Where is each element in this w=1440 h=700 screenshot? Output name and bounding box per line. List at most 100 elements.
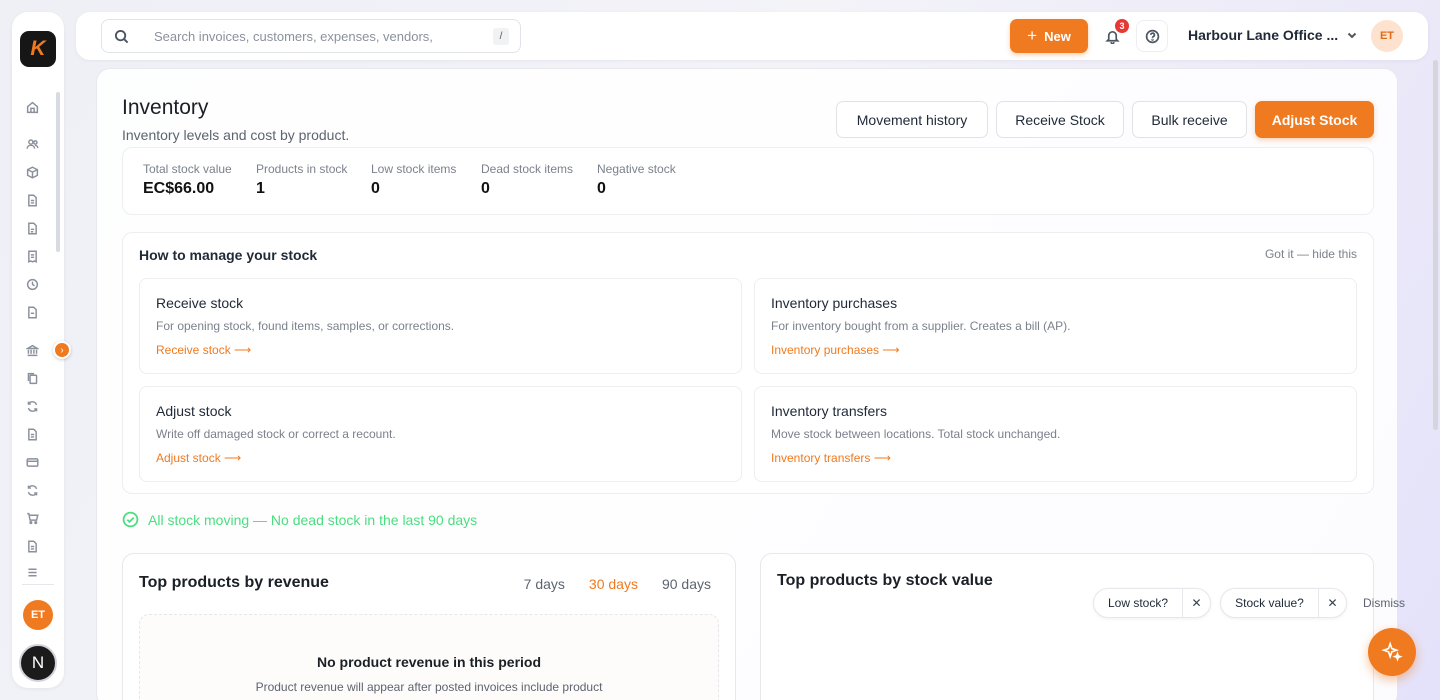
howto-card-inventory-purchases: Inventory purchases For inventory bought… (754, 278, 1357, 374)
stat-value: 0 (371, 180, 380, 197)
chip-label: Stock value? (1235, 596, 1304, 610)
copy-icon[interactable] (24, 370, 40, 386)
stat-value: EC$66.00 (143, 180, 215, 197)
notification-badge: 3 (1115, 19, 1129, 33)
adjust-stock-link[interactable]: Adjust stock ⟶ (156, 451, 241, 465)
document-icon[interactable] (24, 192, 40, 208)
stat-low-stock-items: Low stock items 0 (371, 162, 456, 198)
inventory-purchases-link[interactable]: Inventory purchases ⟶ (771, 343, 900, 357)
close-icon[interactable]: ✕ (1182, 589, 1210, 617)
page-title: Inventory (122, 96, 209, 119)
stat-value: 1 (256, 180, 265, 197)
close-icon[interactable]: ✕ (1318, 589, 1346, 617)
empty-state-description: Product revenue will appear after posted… (255, 680, 603, 694)
bulk-receive-button[interactable]: Bulk receive (1132, 101, 1247, 138)
stat-total-stock-value: Total stock value EC$66.00 (143, 162, 232, 198)
card-description: Move stock between locations. Total stoc… (771, 427, 1061, 441)
search-input[interactable] (154, 26, 474, 46)
top-products-revenue-panel: Top products by revenue 7 days 30 days 9… (122, 553, 736, 700)
help-icon (1145, 29, 1159, 43)
howto-card-inventory-transfers: Inventory transfers Move stock between l… (754, 386, 1357, 482)
clock-icon[interactable] (24, 276, 40, 292)
stats-summary: Total stock value EC$66.00 Products in st… (122, 147, 1374, 215)
users-icon[interactable] (24, 136, 40, 152)
ai-assistant-button[interactable] (1368, 628, 1416, 676)
how-to-manage-stock-panel: How to manage your stock Got it — hide t… (122, 232, 1374, 494)
home-icon[interactable] (24, 99, 40, 115)
low-stock-help-chip[interactable]: Low stock? ✕ (1093, 588, 1211, 618)
sidebar-divider (22, 584, 54, 585)
file-icon[interactable] (24, 304, 40, 320)
card-title: Adjust stock (156, 403, 232, 419)
sidebar-expand-button[interactable]: › (53, 341, 71, 359)
card-description: Write off damaged stock or correct a rec… (156, 427, 396, 441)
page-subtitle: Inventory levels and cost by product. (122, 127, 350, 143)
bank-icon[interactable] (24, 342, 40, 358)
sidebar-scrollbar[interactable] (56, 92, 60, 252)
box-icon[interactable] (24, 164, 40, 180)
organization-switcher[interactable]: Harbour Lane Office ... (1188, 27, 1358, 43)
revenue-empty-state: No product revenue in this period Produc… (139, 614, 719, 700)
empty-state-title: No product revenue in this period (316, 654, 542, 670)
stock-value-panel-title: Top products by stock value (777, 572, 993, 589)
adjust-stock-button[interactable]: Adjust Stock (1255, 101, 1374, 138)
help-button[interactable] (1136, 20, 1168, 52)
invoice-icon[interactable] (24, 220, 40, 236)
user-avatar[interactable]: ET (23, 600, 53, 630)
stat-label: Total stock value (143, 162, 232, 176)
stock-value-help-chip[interactable]: Stock value? ✕ (1220, 588, 1347, 618)
card-title: Inventory transfers (771, 403, 887, 419)
receive-stock-button[interactable]: Receive Stock (996, 101, 1124, 138)
stat-dead-stock-items: Dead stock items 0 (481, 162, 573, 198)
revenue-panel-title: Top products by revenue (139, 574, 329, 591)
chevron-right-icon: › (60, 344, 64, 356)
credit-card-icon[interactable] (24, 454, 40, 470)
sparkle-icon (1381, 641, 1403, 662)
new-button[interactable]: + New (1010, 19, 1088, 53)
top-bar: / + New 3 Harbour Lane Office ... ET (76, 12, 1428, 60)
howto-title: How to manage your stock (139, 247, 318, 263)
logo-letter: K (30, 37, 46, 60)
dismiss-button[interactable]: Dismiss (1363, 596, 1405, 610)
refresh-icon[interactable] (24, 398, 40, 414)
stock-status-line: All stock moving — No dead stock in the … (122, 511, 477, 528)
card-description: For inventory bought from a supplier. Cr… (771, 319, 1071, 333)
topbar-user-avatar[interactable]: ET (1371, 20, 1403, 52)
stat-label: Products in stock (256, 162, 348, 176)
receipt-icon[interactable] (24, 248, 40, 264)
howto-card-receive-stock: Receive stock For opening stock, found i… (139, 278, 742, 374)
tab-7-days[interactable]: 7 days (524, 576, 565, 592)
app-logo[interactable]: K (20, 31, 56, 67)
stat-negative-stock: Negative stock 0 (597, 162, 676, 198)
card-title: Inventory purchases (771, 295, 898, 311)
inventory-transfers-link[interactable]: Inventory transfers ⟶ (771, 451, 891, 465)
howto-card-adjust-stock: Adjust stock Write off damaged stock or … (139, 386, 742, 482)
bill-icon[interactable] (24, 426, 40, 442)
receive-stock-link[interactable]: Receive stock ⟶ (156, 343, 251, 357)
sync-icon[interactable] (24, 482, 40, 498)
stat-label: Negative stock (597, 162, 676, 176)
assistant-launcher[interactable]: N (19, 644, 57, 682)
tab-90-days[interactable]: 90 days (662, 576, 711, 592)
top-products-stock-value-panel: Top products by stock value (760, 553, 1374, 700)
card-title: Receive stock (156, 295, 244, 311)
stock-status-text: All stock moving — No dead stock in the … (148, 511, 478, 528)
movement-history-button[interactable]: Movement history (836, 101, 988, 138)
page-scrollbar[interactable] (1433, 60, 1438, 430)
stat-value: 0 (597, 180, 606, 197)
report-icon[interactable] (24, 538, 40, 554)
new-label: New (1044, 28, 1071, 44)
card-description: For opening stock, found items, samples,… (156, 319, 455, 333)
stat-value: 0 (481, 180, 490, 197)
search-shortcut-key: / (493, 28, 509, 45)
stat-products-in-stock: Products in stock 1 (256, 162, 347, 198)
stat-label: Dead stock items (481, 162, 574, 176)
hide-howto-link[interactable]: Got it — hide this (1265, 247, 1357, 261)
tab-30-days[interactable]: 30 days (589, 576, 638, 592)
cart-icon[interactable] (24, 510, 40, 526)
stat-label: Low stock items (371, 162, 457, 176)
check-circle-icon (122, 511, 139, 528)
more-icon[interactable] (24, 564, 40, 580)
period-tabs: 7 days 30 days 90 days (524, 576, 711, 592)
search-box[interactable]: / (101, 19, 521, 53)
